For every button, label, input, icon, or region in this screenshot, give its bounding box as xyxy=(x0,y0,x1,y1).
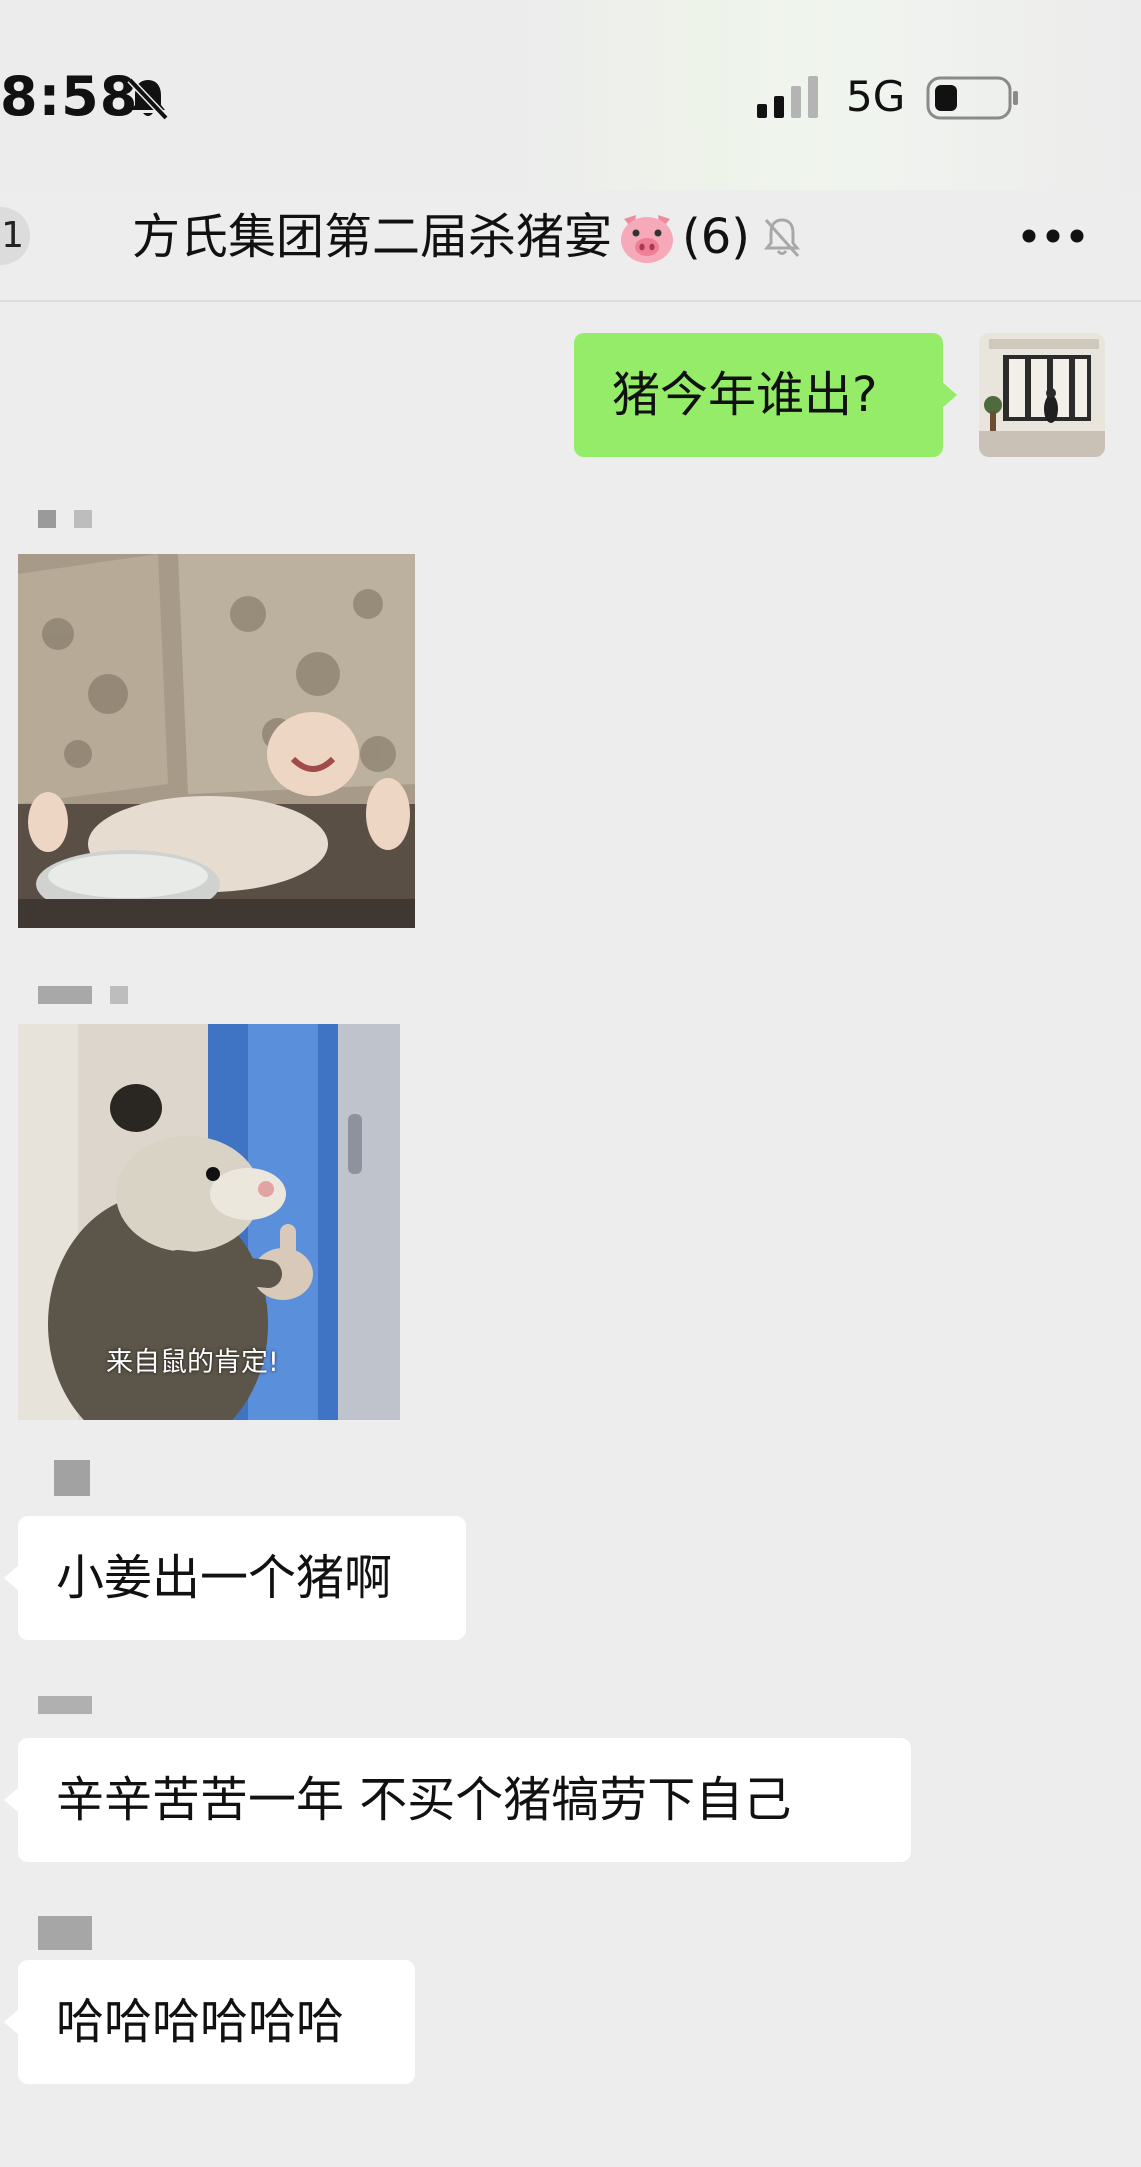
chat-title: 方氏集团第二届杀猪宴 xyxy=(132,209,613,265)
message-text: 猪今年谁出? xyxy=(612,367,878,423)
sender-name-blurred xyxy=(38,1696,92,1714)
sender-name-blurred xyxy=(38,986,138,1004)
sender-name-blurred xyxy=(54,1460,90,1496)
opossum-thumbs-up-sticker[interactable]: 来自鼠的肯定! xyxy=(18,1024,400,1420)
sender-name-blurred xyxy=(38,510,98,528)
message-bubble-incoming[interactable]: 哈哈哈哈哈哈 xyxy=(4,1960,415,2084)
network-type: 5G xyxy=(846,72,906,121)
signal-icon xyxy=(757,76,818,118)
message-bubble-outgoing[interactable]: 猪今年谁出? xyxy=(574,333,957,457)
chat-title-group[interactable]: 方氏集团第二届杀猪宴 (6) xyxy=(132,204,804,270)
message-bubble-incoming[interactable]: 辛辛苦苦一年 不买个猪犒劳下自己 xyxy=(4,1738,911,1862)
sender-name-blurred xyxy=(38,1916,92,1950)
bell-off-icon xyxy=(127,77,169,121)
sticker-caption: 来自鼠的肯定! xyxy=(106,1347,279,1378)
more-icon[interactable] xyxy=(1020,225,1086,247)
message-text: 哈哈哈哈哈哈 xyxy=(56,1994,345,2050)
avatar-photo xyxy=(979,333,1105,457)
bell-off-icon xyxy=(763,218,801,257)
status-bar: 8:58 5G xyxy=(0,0,1141,190)
message-text: 小姜出一个猪啊 xyxy=(56,1550,393,1606)
pig-face-icon xyxy=(621,215,674,263)
chat-header: 1 方氏集团第二届杀猪宴 (6) xyxy=(0,190,1141,302)
battery-icon xyxy=(926,76,1018,120)
message-text: 辛辛苦苦一年 不买个猪犒劳下自己 xyxy=(56,1772,792,1828)
back-unread-badge[interactable]: 1 xyxy=(0,207,30,265)
avatar[interactable] xyxy=(979,333,1105,457)
member-count: (6) xyxy=(682,209,751,265)
status-time: 8:58 xyxy=(0,65,139,128)
sticker-image xyxy=(18,554,415,928)
message-bubble-incoming[interactable]: 小姜出一个猪啊 xyxy=(4,1516,466,1640)
laughing-baby-sticker[interactable] xyxy=(18,554,415,928)
